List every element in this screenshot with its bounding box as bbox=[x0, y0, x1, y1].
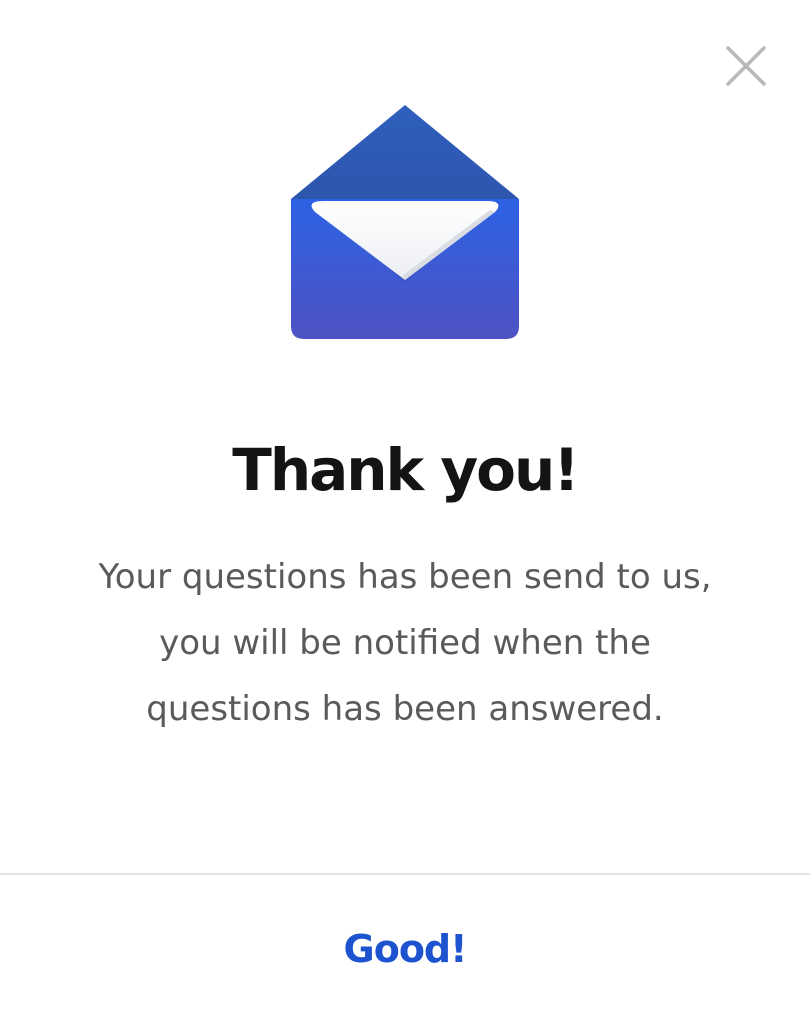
open-envelope-icon bbox=[291, 105, 519, 339]
thank-you-dialog: Thank you! Your questions has been send … bbox=[0, 0, 810, 1023]
good-button[interactable]: Good! bbox=[0, 875, 810, 1023]
close-button[interactable] bbox=[720, 40, 772, 92]
dialog-title: Thank you! bbox=[232, 436, 579, 504]
dialog-message: Your questions has been send to us, you … bbox=[98, 557, 712, 729]
close-icon bbox=[726, 46, 766, 86]
